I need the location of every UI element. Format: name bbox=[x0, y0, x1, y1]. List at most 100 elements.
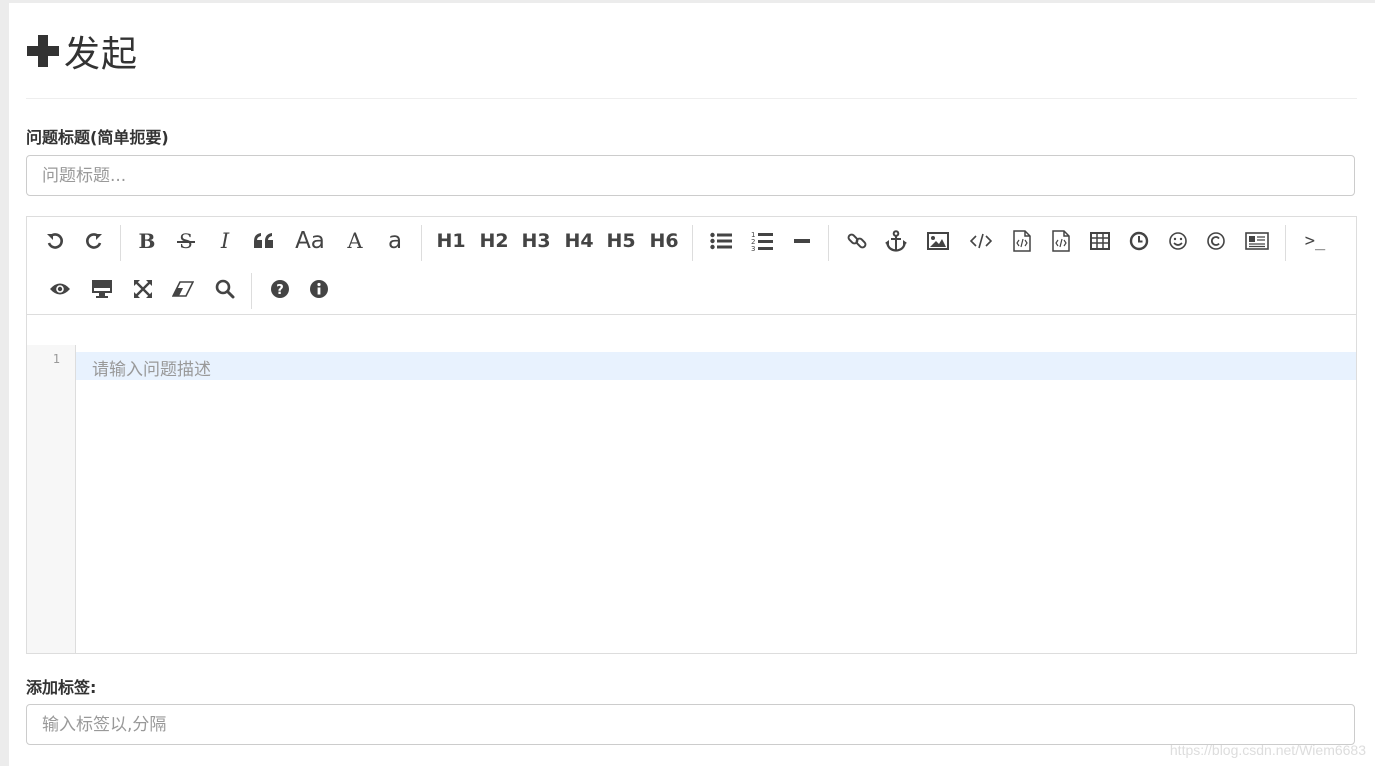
lowercase-label: a bbox=[387, 228, 403, 254]
toolbar-separator bbox=[120, 225, 121, 261]
line-gutter: 1 bbox=[27, 345, 76, 653]
code-block-button[interactable] bbox=[1049, 223, 1073, 259]
eye-icon bbox=[50, 283, 70, 295]
editor-body[interactable]: 1 请输入问题描述 bbox=[27, 315, 1356, 653]
svg-text:B: B bbox=[139, 230, 156, 252]
h3-button[interactable]: H3 bbox=[518, 223, 554, 259]
toolbar-separator bbox=[828, 225, 829, 261]
table-button[interactable] bbox=[1088, 223, 1112, 259]
bold-icon: B bbox=[139, 230, 156, 252]
table-icon bbox=[1090, 232, 1110, 250]
image-icon bbox=[927, 232, 949, 250]
inline-code-button[interactable] bbox=[968, 223, 994, 259]
eraser-icon bbox=[172, 281, 194, 297]
svg-text:3: 3 bbox=[751, 245, 755, 251]
list-ol-icon: 123 bbox=[751, 231, 773, 251]
search-icon bbox=[215, 279, 235, 299]
line-number: 1 bbox=[52, 352, 60, 366]
minus-icon bbox=[794, 239, 810, 243]
toolbar-separator bbox=[251, 273, 252, 309]
h1-button[interactable]: H1 bbox=[433, 223, 469, 259]
horizontal-rule-button[interactable] bbox=[790, 223, 814, 259]
page-title: 发起 bbox=[64, 34, 139, 75]
lowercase-button[interactable]: a bbox=[383, 223, 407, 259]
file-code-icon bbox=[1052, 230, 1070, 252]
pagebreak-button[interactable] bbox=[1243, 223, 1271, 259]
question-circle-icon: ? bbox=[271, 280, 289, 298]
h2-button[interactable]: H2 bbox=[476, 223, 512, 259]
watermark: https://blog.csdn.net/Wiem6683 bbox=[1169, 742, 1366, 758]
help-button[interactable]: ? bbox=[268, 271, 292, 307]
strikethrough-icon: S bbox=[177, 230, 195, 252]
datetime-button[interactable] bbox=[1127, 223, 1151, 259]
expand-icon bbox=[134, 280, 152, 298]
toolbar-row-2: ? bbox=[27, 265, 1356, 313]
redo-icon bbox=[86, 233, 102, 249]
tags-input[interactable] bbox=[26, 704, 1355, 745]
h4-button[interactable]: H4 bbox=[561, 223, 597, 259]
redo-button[interactable] bbox=[82, 223, 106, 259]
clock-icon bbox=[1129, 231, 1149, 251]
watch-button[interactable] bbox=[48, 271, 72, 307]
italic-icon: I bbox=[220, 230, 230, 252]
ordered-list-button[interactable]: 123 bbox=[750, 223, 774, 259]
emoji-button[interactable] bbox=[1166, 223, 1190, 259]
h6-button[interactable]: H6 bbox=[646, 223, 682, 259]
editor-toolbar: B S I Aa A a bbox=[27, 217, 1356, 315]
title-input[interactable] bbox=[26, 155, 1355, 196]
h4-label: H4 bbox=[564, 230, 594, 252]
toolbar-row-1: B S I Aa A a bbox=[27, 217, 1356, 265]
clear-button[interactable] bbox=[170, 271, 196, 307]
quote-button[interactable] bbox=[251, 223, 277, 259]
search-button[interactable] bbox=[213, 271, 237, 307]
bold-button[interactable]: B bbox=[135, 223, 159, 259]
terminal-icon: >_ bbox=[1304, 231, 1326, 251]
link-icon bbox=[847, 233, 867, 249]
active-line-highlight bbox=[76, 352, 1356, 380]
anchor-button[interactable] bbox=[884, 223, 908, 259]
toolbar-separator bbox=[1285, 225, 1286, 261]
undo-icon bbox=[47, 233, 63, 249]
italic-button[interactable]: I bbox=[213, 223, 237, 259]
h2-label: H2 bbox=[479, 230, 509, 252]
quote-icon bbox=[254, 233, 273, 248]
unordered-list-button[interactable] bbox=[709, 223, 733, 259]
h5-button[interactable]: H5 bbox=[603, 223, 639, 259]
preformatted-code-button[interactable] bbox=[1010, 223, 1034, 259]
capitalize-button[interactable]: A bbox=[343, 223, 367, 259]
fullscreen-button[interactable] bbox=[131, 271, 155, 307]
image-button[interactable] bbox=[925, 223, 951, 259]
newspaper-icon bbox=[1245, 232, 1269, 250]
svg-text:I: I bbox=[220, 230, 230, 252]
info-button[interactable] bbox=[307, 271, 331, 307]
link-button[interactable] bbox=[845, 223, 869, 259]
markdown-editor: B S I Aa A a bbox=[26, 216, 1357, 654]
uppercase-label: Aa bbox=[295, 228, 325, 254]
strikethrough-button[interactable]: S bbox=[174, 223, 198, 259]
file-code-icon bbox=[1013, 230, 1031, 252]
plus-icon bbox=[27, 35, 59, 67]
undo-button[interactable] bbox=[43, 223, 67, 259]
page-header: 发起 bbox=[26, 25, 138, 77]
h3-label: H3 bbox=[521, 230, 551, 252]
preview-button[interactable] bbox=[89, 271, 115, 307]
svg-text:?: ? bbox=[276, 283, 284, 298]
editor-placeholder[interactable]: 请输入问题描述 bbox=[92, 355, 211, 380]
tags-field-label: 添加标签: bbox=[26, 678, 97, 697]
h6-label: H6 bbox=[649, 230, 679, 252]
h5-label: H5 bbox=[606, 230, 636, 252]
uppercase-button[interactable]: Aa bbox=[291, 223, 329, 259]
goto-line-button[interactable]: >_ bbox=[1301, 223, 1329, 259]
copyright-icon bbox=[1207, 232, 1225, 250]
smile-icon bbox=[1169, 232, 1187, 250]
anchor-icon bbox=[885, 230, 907, 252]
desktop-icon bbox=[92, 280, 112, 298]
title-field-label: 问题标题(简单扼要) bbox=[26, 128, 169, 147]
capitalize-label: A bbox=[347, 229, 363, 253]
h1-label: H1 bbox=[436, 230, 466, 252]
toolbar-separator bbox=[692, 225, 693, 261]
html-entities-button[interactable] bbox=[1204, 223, 1228, 259]
code-icon bbox=[970, 233, 992, 249]
page: 发起 问题标题(简单扼要) B S I bbox=[9, 3, 1375, 766]
toolbar-separator bbox=[421, 225, 422, 261]
